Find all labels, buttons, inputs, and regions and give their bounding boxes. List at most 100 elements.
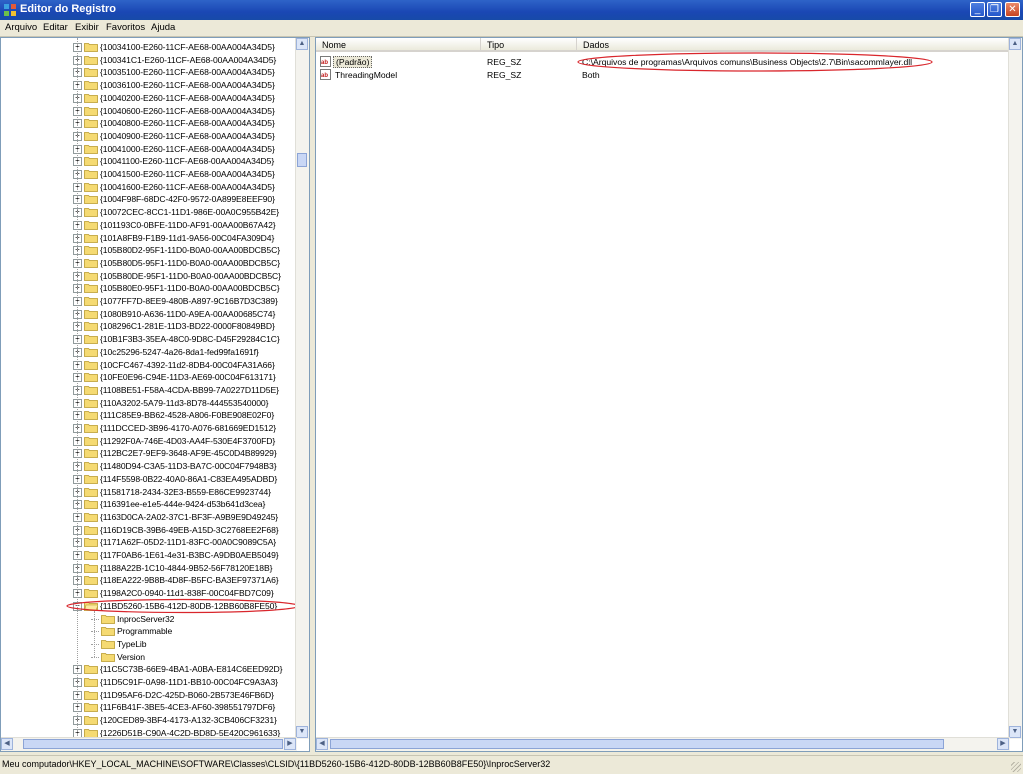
tree-item[interactable]: + {10040900-E260-11CF-AE68-00AA004A34D5} — [1, 130, 301, 143]
tree-item[interactable]: + {11C5C73B-66E9-4BA1-A0BA-E814C6EED92D} — [1, 663, 301, 676]
maximize-button[interactable]: ❐ — [987, 2, 1002, 17]
tree-item[interactable]: + {10041100-E260-11CF-AE68-00AA004A34D5} — [1, 155, 301, 168]
tree-scroll-thumb[interactable] — [297, 153, 307, 167]
tree-item[interactable]: + {116D19CB-39B6-49EB-A15D-3C2768EE2F68} — [1, 524, 301, 537]
values-list[interactable]: Nome Tipo Dados ab (Padrão) REG_SZ C:\Ar… — [315, 37, 1023, 752]
list-hscroll-thumb[interactable] — [330, 739, 944, 749]
column-header-nome[interactable]: Nome — [316, 38, 481, 52]
close-button[interactable]: ✕ — [1005, 2, 1020, 17]
folder-icon — [84, 360, 98, 370]
minimize-button[interactable]: _ — [970, 2, 985, 17]
folder-icon — [84, 283, 98, 294]
folder-icon — [101, 614, 115, 624]
tree-item[interactable]: + {10041500-E260-11CF-AE68-00AA004A34D5} — [1, 168, 301, 181]
scroll-left-arrow-icon[interactable]: ◀ — [316, 738, 328, 750]
tree-item[interactable]: + {10041000-E260-11CF-AE68-00AA004A34D5} — [1, 143, 301, 156]
tree-subkey-programmable[interactable]: Programmable — [1, 625, 301, 638]
tree-item[interactable]: + {10FE0E96-C94E-11D3-AE69-00C04F613171} — [1, 371, 301, 384]
tree-item[interactable]: + {11581718-2434-32E3-B559-E86CE9923744} — [1, 486, 301, 499]
scroll-up-arrow-icon[interactable]: ▲ — [1009, 38, 1021, 50]
tree-item[interactable]: + {10035100-E260-11CF-AE68-00AA004A34D5} — [1, 66, 301, 79]
tree-item[interactable]: + {10034100-E260-11CF-AE68-00AA004A34D5} — [1, 41, 301, 54]
tree-item[interactable]: + {116391ee-e1e5-444e-9424-d53b641d3cea} — [1, 498, 301, 511]
tree-item[interactable]: + {100341C1-E260-11CF-AE68-00AA004A34D5} — [1, 54, 301, 67]
tree-item[interactable]: + {1108BE51-F58A-4CDA-BB99-7A0227D11D5E} — [1, 384, 301, 397]
tree-item[interactable]: + {1004F98F-68DC-42F0-9572-0A899E8EEF90} — [1, 193, 301, 206]
tree-item-label: {1077FF7D-8EE9-480B-A897-9C16B7D3C389} — [100, 296, 278, 306]
tree-guide-line — [77, 38, 78, 738]
folder-icon — [84, 106, 98, 116]
tree-item[interactable]: + {1188A22B-1C10-4844-9B52-56F78120E18B} — [1, 562, 301, 575]
menu-editar[interactable]: Editar — [43, 22, 68, 33]
tree-item[interactable]: + {112BC2E7-9EF9-3648-AF9E-45C0D4B89929} — [1, 447, 301, 460]
tree-item-label: {1163D0CA-2A02-37C1-BF3F-A9B9E9D49245} — [100, 511, 279, 522]
tree-subkey-version[interactable]: Version — [1, 651, 301, 664]
tree-item[interactable]: + {10B1F3B3-35EA-48C0-9D8C-D45F29284C1C} — [1, 333, 301, 346]
registry-tree[interactable]: + {10034100-E260-11CF-AE68-00AA004A34D5} +… — [0, 37, 310, 752]
tree-item[interactable]: + {120CED89-3BF4-4173-A132-3CB406CF3231} — [1, 714, 301, 727]
tree-item-label: {10040200-E260-11CF-AE68-00AA004A34D5} — [100, 92, 275, 103]
tree-subkey-typelib[interactable]: TypeLib — [1, 638, 301, 651]
column-header-dados[interactable]: Dados — [577, 38, 1022, 52]
tree-item[interactable]: + {10041600-E260-11CF-AE68-00AA004A34D5} — [1, 181, 301, 194]
tree-item-label: {114F5598-0B22-40A0-86A1-C83EA495ADBD} — [100, 473, 278, 484]
tree-item[interactable]: + {117F0AB6-1E61-4e31-B3BC-A9DB0AEB5049} — [1, 549, 301, 562]
menu-arquivo[interactable]: Arquivo — [5, 22, 37, 33]
tree-item[interactable]: + {1163D0CA-2A02-37C1-BF3F-A9B9E9D49245} — [1, 511, 301, 524]
tree-item-label: {117F0AB6-1E61-4e31-B3BC-A9DB0AEB5049} — [100, 550, 279, 560]
tree-item[interactable]: + {11480D94-C3A5-11D3-BA7C-00C04F7948B3} — [1, 460, 301, 473]
tree-horizontal-scrollbar[interactable]: ◀ ▶ — [1, 737, 297, 751]
tree-item[interactable]: + {118EA222-9B8B-4D8F-B5FC-BA3EF97371A6} — [1, 574, 301, 587]
scroll-down-arrow-icon[interactable]: ▼ — [1009, 726, 1021, 738]
tree-item-label: {10072CEC-8CC1-11D1-986E-00A0C955B42E} — [100, 207, 280, 218]
tree-item[interactable]: + {10c25296-5247-4a26-8da1-fed99fa1691f} — [1, 346, 301, 359]
tree-item[interactable]: + {10072CEC-8CC1-11D1-986E-00A0C955B42E} — [1, 206, 301, 219]
tree-item[interactable]: + {10036100-E260-11CF-AE68-00AA004A34D5} — [1, 79, 301, 92]
tree-item[interactable]: + {10CFC467-4392-11d2-8DB4-00C04FA31A66} — [1, 359, 301, 372]
tree-item[interactable]: + {105B80DE-95F1-11D0-B0A0-00AA00BDCB5C} — [1, 270, 301, 283]
tree-item-label: {10040800-E260-11CF-AE68-00AA004A34D5} — [100, 118, 275, 129]
tree-item[interactable]: + {10040600-E260-11CF-AE68-00AA004A34D5} — [1, 105, 301, 118]
menu-favoritos[interactable]: Favoritos — [106, 22, 145, 33]
scroll-up-arrow-icon[interactable]: ▲ — [296, 38, 308, 50]
menu-exibir[interactable]: Exibir — [75, 22, 99, 33]
scroll-right-arrow-icon[interactable]: ▶ — [997, 738, 1009, 750]
folder-icon — [84, 487, 98, 497]
resize-grip-icon[interactable] — [1011, 762, 1021, 772]
tree-item[interactable]: + {11F6B41F-3BE5-4CE3-AF60-398551797DF6} — [1, 701, 301, 714]
tree-item[interactable]: + {10040800-E260-11CF-AE68-00AA004A34D5} — [1, 117, 301, 130]
tree-item[interactable]: + {101A8FB9-F1B9-11d1-9A56-00C04FA309D4} — [1, 232, 301, 245]
tree-item[interactable]: + {108296C1-281E-11D3-BD22-0000F80849BD} — [1, 320, 301, 333]
tree-item[interactable]: + {11D5C91F-0A98-11D1-BB10-00C04FC9A3A3} — [1, 676, 301, 689]
tree-item[interactable]: + {105B80D5-95F1-11D0-B0A0-00AA00BDCB5C} — [1, 257, 301, 270]
tree-item[interactable]: + {101193C0-0BFE-11D0-AF91-00AA00B67A42} — [1, 219, 301, 232]
tree-item[interactable]: + {1171A62F-05D2-11D1-83FC-00A0C9089C5A} — [1, 536, 301, 549]
tree-item-label: {112BC2E7-9EF9-3648-AF9E-45C0D4B89929} — [100, 448, 277, 459]
tree-item-label: {10B1F3B3-35EA-48C0-9D8C-D45F29284C1C} — [100, 334, 280, 345]
tree-item[interactable]: + {105B80D2-95F1-11D0-B0A0-00AA00BDCB5C} — [1, 244, 301, 257]
tree-item[interactable]: + {111C85E9-BB62-4528-A806-F0BE908E02F0} — [1, 409, 301, 422]
scroll-right-arrow-icon[interactable]: ▶ — [284, 738, 296, 750]
tree-vertical-scrollbar[interactable]: ▲ ▼ — [295, 38, 309, 739]
column-header-tipo[interactable]: Tipo — [481, 38, 577, 52]
list-vertical-scrollbar[interactable]: ▲ ▼ — [1008, 38, 1022, 739]
svg-text:ab: ab — [321, 60, 328, 66]
folder-icon — [84, 309, 98, 319]
tree-item[interactable]: + {110A3202-5A79-11d3-8D78-444553540000} — [1, 397, 301, 410]
list-horizontal-scrollbar[interactable]: ◀ ▶ — [316, 737, 1010, 751]
tree-item[interactable]: + {114F5598-0B22-40A0-86A1-C83EA495ADBD} — [1, 473, 301, 486]
folder-icon — [84, 677, 98, 687]
tree-item[interactable]: + {1080B910-A636-11D0-A9EA-00AA00685C74} — [1, 308, 301, 321]
scroll-left-arrow-icon[interactable]: ◀ — [1, 738, 13, 750]
tree-hscroll-thumb[interactable] — [23, 739, 283, 749]
tree-item[interactable]: + {11292F0A-746E-4D03-AA4F-530E4F3700FD} — [1, 435, 301, 448]
scroll-down-arrow-icon[interactable]: ▼ — [296, 726, 308, 738]
menu-ajuda[interactable]: Ajuda — [151, 22, 175, 33]
tree-item[interactable]: + {1077FF7D-8EE9-480B-A897-9C16B7D3C389} — [1, 295, 301, 308]
tree-item[interactable]: + {10040200-E260-11CF-AE68-00AA004A34D5} — [1, 92, 301, 105]
tree-item[interactable]: + {105B80E0-95F1-11D0-B0A0-00AA00BDCB5C} — [1, 282, 301, 295]
tree-item[interactable]: + {11D95AF6-D2C-425D-B060-2B573E46FB6D} — [1, 689, 301, 702]
tree-item[interactable]: + {111DCCED-3B96-4170-A076-681669ED1512} — [1, 422, 301, 435]
tree-item-label: {105B80E0-95F1-11D0-B0A0-00AA00BDCB5C} — [100, 283, 280, 294]
tree-subkey-inprocserver32[interactable]: InprocServer32 — [1, 613, 301, 626]
